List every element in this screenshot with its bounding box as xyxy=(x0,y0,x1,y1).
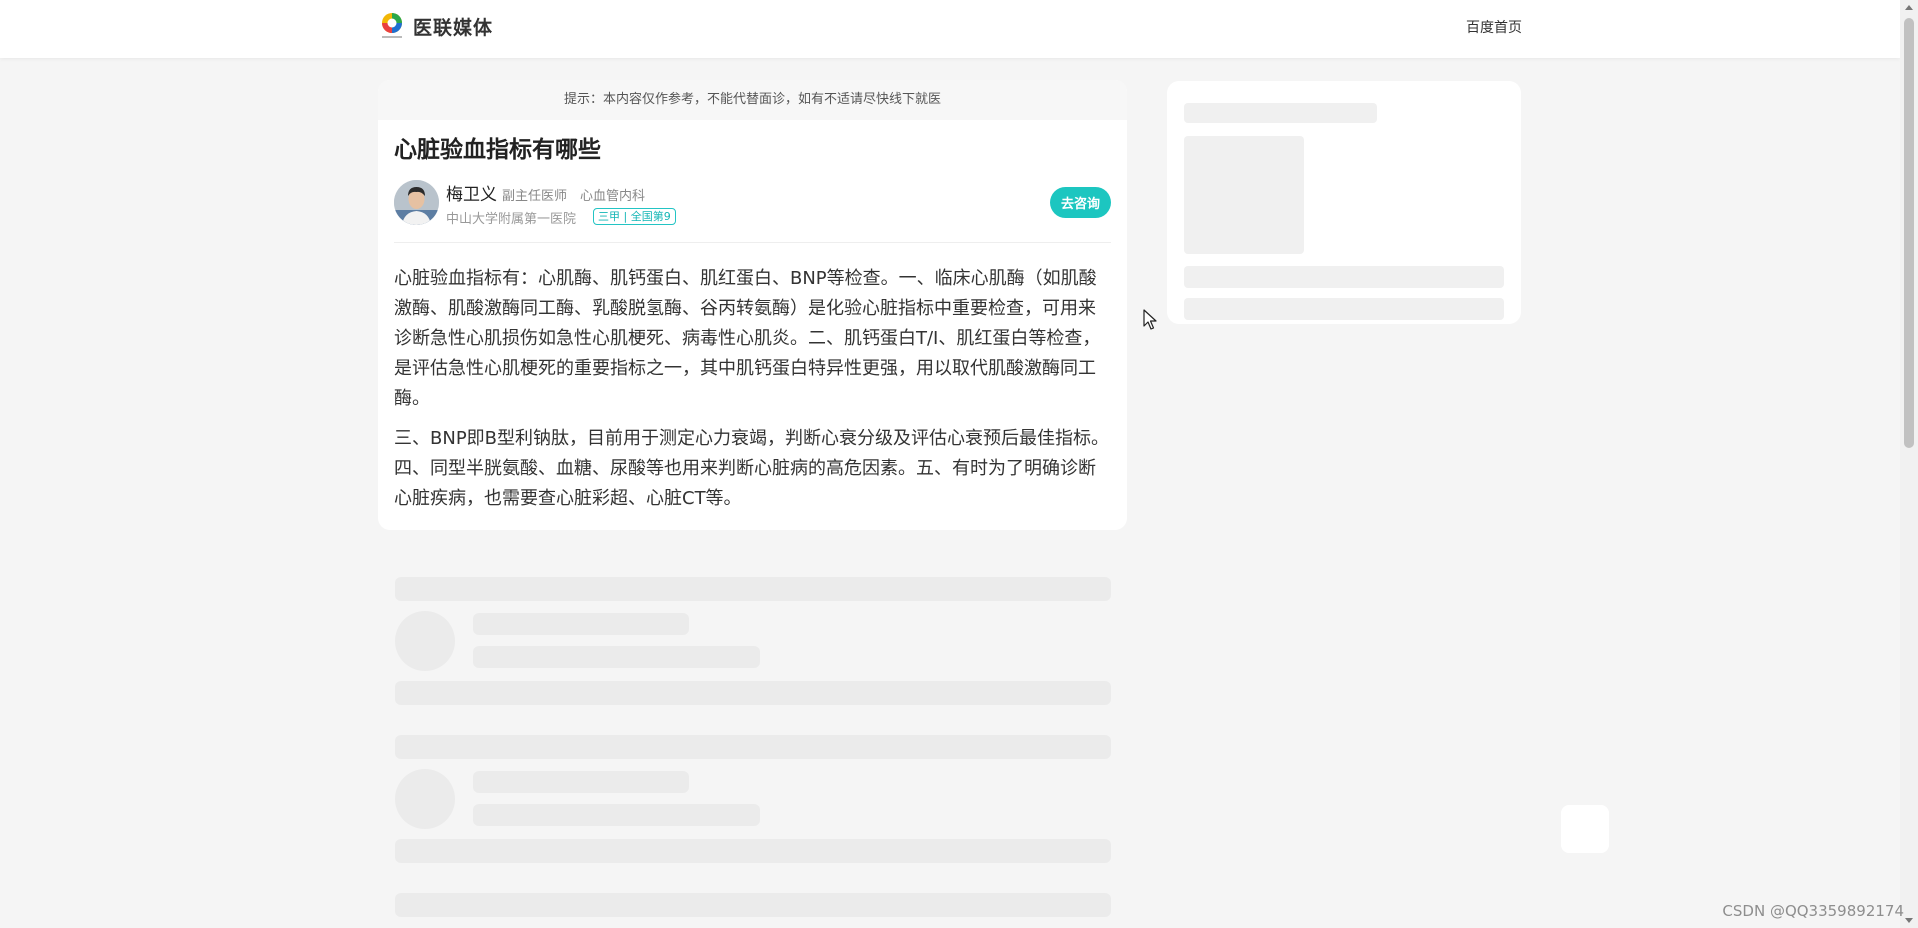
content-paragraph: 三、BNP即B型利钠肽，目前用于测定心力衰竭，判断心衰分级及评估心衰预后最佳指标… xyxy=(394,428,1110,509)
disclaimer-tip: 提示：本内容仅作参考，不能代替面诊，如有不适请尽快线下就医 xyxy=(378,80,1127,120)
page-scrollbar[interactable] xyxy=(1900,0,1918,928)
floating-button[interactable] xyxy=(1561,805,1609,853)
mouse-cursor-icon xyxy=(1143,309,1157,331)
skeleton-avatar xyxy=(395,769,455,829)
skeleton-line xyxy=(395,839,1111,863)
doctor-avatar[interactable] xyxy=(394,180,439,225)
doctor-title: 副主任医师 xyxy=(502,189,568,204)
skeleton-line xyxy=(473,804,760,826)
doctor-info: 梅卫义 副主任医师 心血管内科 中山大学附属第一医院 三甲 | 全国第9 去咨询 xyxy=(394,180,1111,227)
content-paragraph: 心脏验血指标有：心肌酶、肌钙蛋白、肌红蛋白、BNP等检查。一、临床心肌酶（如肌酸… xyxy=(394,268,1101,409)
skeleton-line xyxy=(473,613,689,635)
csdn-watermark: CSDN @QQ3359892174 xyxy=(1722,902,1904,920)
skeleton-line xyxy=(473,771,689,793)
skeleton-line xyxy=(473,646,760,668)
doctor-department: 心血管内科 xyxy=(580,189,646,204)
scroll-thumb[interactable] xyxy=(1904,18,1914,448)
skeleton-line xyxy=(1184,266,1504,288)
skeleton-line xyxy=(395,735,1111,759)
logo-icon xyxy=(379,12,405,40)
consult-button[interactable]: 去咨询 xyxy=(1050,187,1111,218)
skeleton-line xyxy=(1184,103,1377,123)
baidu-home-link[interactable]: 百度首页 xyxy=(1466,17,1522,37)
skeleton-line xyxy=(1184,298,1504,320)
article-card: 提示：本内容仅作参考，不能代替面诊，如有不适请尽快线下就医 心脏验血指标有哪些 … xyxy=(378,80,1127,530)
hospital-rank-badge: 三甲 | 全国第9 xyxy=(593,208,676,225)
top-header: 医联媒体 百度首页 xyxy=(0,0,1900,58)
doctor-name[interactable]: 梅卫义 xyxy=(446,180,497,205)
site-logo[interactable]: 医联媒体 xyxy=(379,12,493,40)
skeleton-avatar xyxy=(395,611,455,671)
article-content: 心脏验血指标有：心肌酶、肌钙蛋白、肌红蛋白、BNP等检查。一、临床心肌酶（如肌酸… xyxy=(394,264,1111,524)
site-name: 医联媒体 xyxy=(413,16,494,39)
skeleton-image xyxy=(1184,136,1304,254)
sidebar-loading-card xyxy=(1167,81,1521,324)
skeleton-line xyxy=(395,577,1111,601)
skeleton-line xyxy=(395,893,1111,917)
doctor-hospital: 中山大学附属第一医院 xyxy=(446,212,577,227)
skeleton-line xyxy=(395,681,1111,705)
divider xyxy=(394,242,1111,243)
scroll-down-arrow-icon[interactable] xyxy=(1905,918,1913,923)
article-title: 心脏验血指标有哪些 xyxy=(394,137,601,163)
scroll-up-arrow-icon[interactable] xyxy=(1905,5,1913,10)
